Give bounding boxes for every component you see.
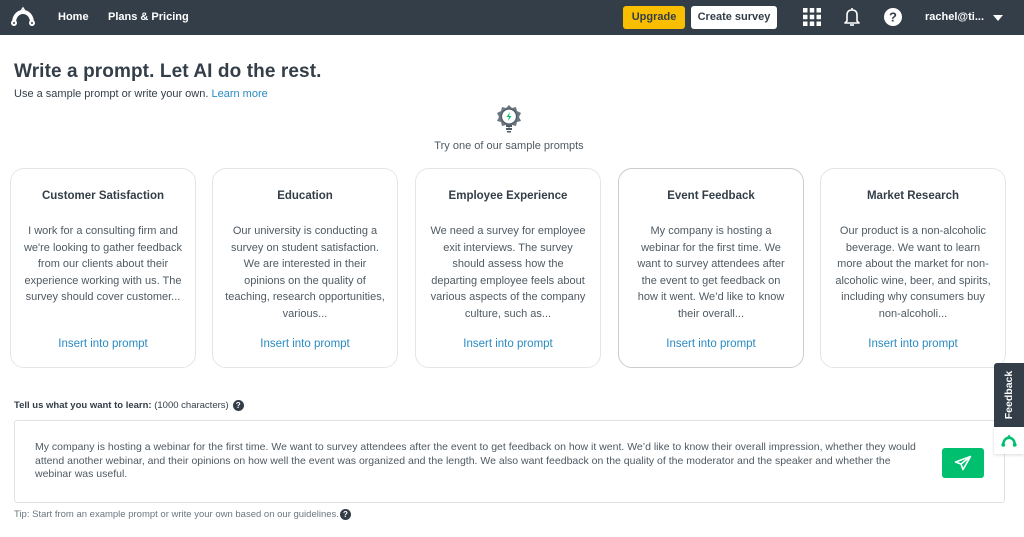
create-survey-button[interactable]: Create survey bbox=[691, 6, 777, 29]
prompt-input-value[interactable]: My company is hosting a webinar for the … bbox=[35, 441, 925, 482]
top-nav-bar: Home Plans & Pricing Upgrade Create surv… bbox=[0, 0, 1024, 35]
character-limit: (1000 characters) bbox=[154, 400, 229, 411]
nav-plans-pricing[interactable]: Plans & Pricing bbox=[108, 0, 189, 35]
svg-text:?: ? bbox=[889, 10, 897, 25]
insert-into-prompt-link[interactable]: Insert into prompt bbox=[11, 338, 195, 350]
feedback-tab[interactable]: Feedback bbox=[994, 363, 1024, 427]
insert-into-prompt-link[interactable]: Insert into prompt bbox=[619, 338, 803, 350]
insert-into-prompt-link[interactable]: Insert into prompt bbox=[213, 338, 397, 350]
learn-more-link[interactable]: Learn more bbox=[211, 88, 267, 100]
send-prompt-button[interactable] bbox=[942, 448, 984, 478]
card-body: My company is hosting a webinar for the … bbox=[637, 225, 785, 320]
upgrade-button[interactable]: Upgrade bbox=[623, 6, 685, 29]
card-title: Market Research bbox=[866, 190, 960, 202]
feedback-label: Feedback bbox=[1003, 370, 1015, 420]
chevron-down-icon bbox=[993, 14, 1004, 21]
card-title: Customer Satisfaction bbox=[41, 190, 165, 202]
feedback-logo-button[interactable] bbox=[994, 427, 1024, 454]
page-subtitle: Use a sample prompt or write your own. L… bbox=[14, 88, 268, 100]
sample-prompts-heading: Try one of our sample prompts bbox=[434, 140, 584, 152]
sample-card-education[interactable]: Education Our university is conducting a… bbox=[212, 168, 398, 368]
help-icon[interactable]: ? bbox=[884, 8, 902, 26]
paper-plane-icon bbox=[954, 455, 972, 471]
insert-into-prompt-link[interactable]: Insert into prompt bbox=[821, 338, 1005, 350]
card-title: Education bbox=[277, 190, 333, 202]
help-icon[interactable]: ? bbox=[232, 400, 244, 411]
user-account-menu[interactable]: rachel@ti... bbox=[925, 0, 1004, 35]
sample-card-customer-satisfaction[interactable]: Customer Satisfaction I work for a consu… bbox=[10, 168, 196, 368]
guidelines-help-icon[interactable]: ? bbox=[339, 509, 351, 520]
sample-card-employee-experience[interactable]: Employee Experience We need a survey for… bbox=[415, 168, 601, 368]
tip-text: Tip: Start from an example prompt or wri… bbox=[14, 509, 339, 520]
prompt-label: Tell us what you want to learn: (1000 ch… bbox=[14, 400, 244, 411]
surveymonkey-logo-icon[interactable] bbox=[10, 6, 36, 28]
user-email: rachel@ti... bbox=[925, 11, 985, 23]
bell-icon[interactable] bbox=[843, 7, 861, 27]
subtitle-text: Use a sample prompt or write your own. bbox=[14, 88, 209, 100]
card-body: Our product is a non-alcoholic beverage.… bbox=[835, 225, 991, 320]
sample-card-event-feedback[interactable]: Event Feedback My company is hosting a w… bbox=[618, 168, 804, 368]
sample-card-market-research[interactable]: Market Research Our product is a non-alc… bbox=[820, 168, 1006, 368]
prompt-tip: Tip: Start from an example prompt or wri… bbox=[14, 509, 351, 520]
prompt-input[interactable]: My company is hosting a webinar for the … bbox=[14, 420, 1005, 503]
card-body: We need a survey for employee exit inter… bbox=[430, 225, 586, 320]
surveymonkey-logo-icon bbox=[1001, 433, 1017, 447]
card-title: Event Feedback bbox=[667, 190, 755, 202]
insert-into-prompt-link[interactable]: Insert into prompt bbox=[416, 338, 600, 350]
nav-home[interactable]: Home bbox=[58, 0, 89, 35]
page-title: Write a prompt. Let AI do the rest. bbox=[14, 61, 322, 82]
lightbulb-icon bbox=[497, 105, 521, 133]
card-body: Our university is conducting a survey on… bbox=[225, 225, 385, 320]
card-title: Employee Experience bbox=[448, 190, 568, 202]
card-body: I work for a consulting firm and we're l… bbox=[23, 225, 183, 303]
prompt-label-text: Tell us what you want to learn: bbox=[14, 400, 152, 411]
apps-grid-icon[interactable] bbox=[803, 8, 821, 26]
